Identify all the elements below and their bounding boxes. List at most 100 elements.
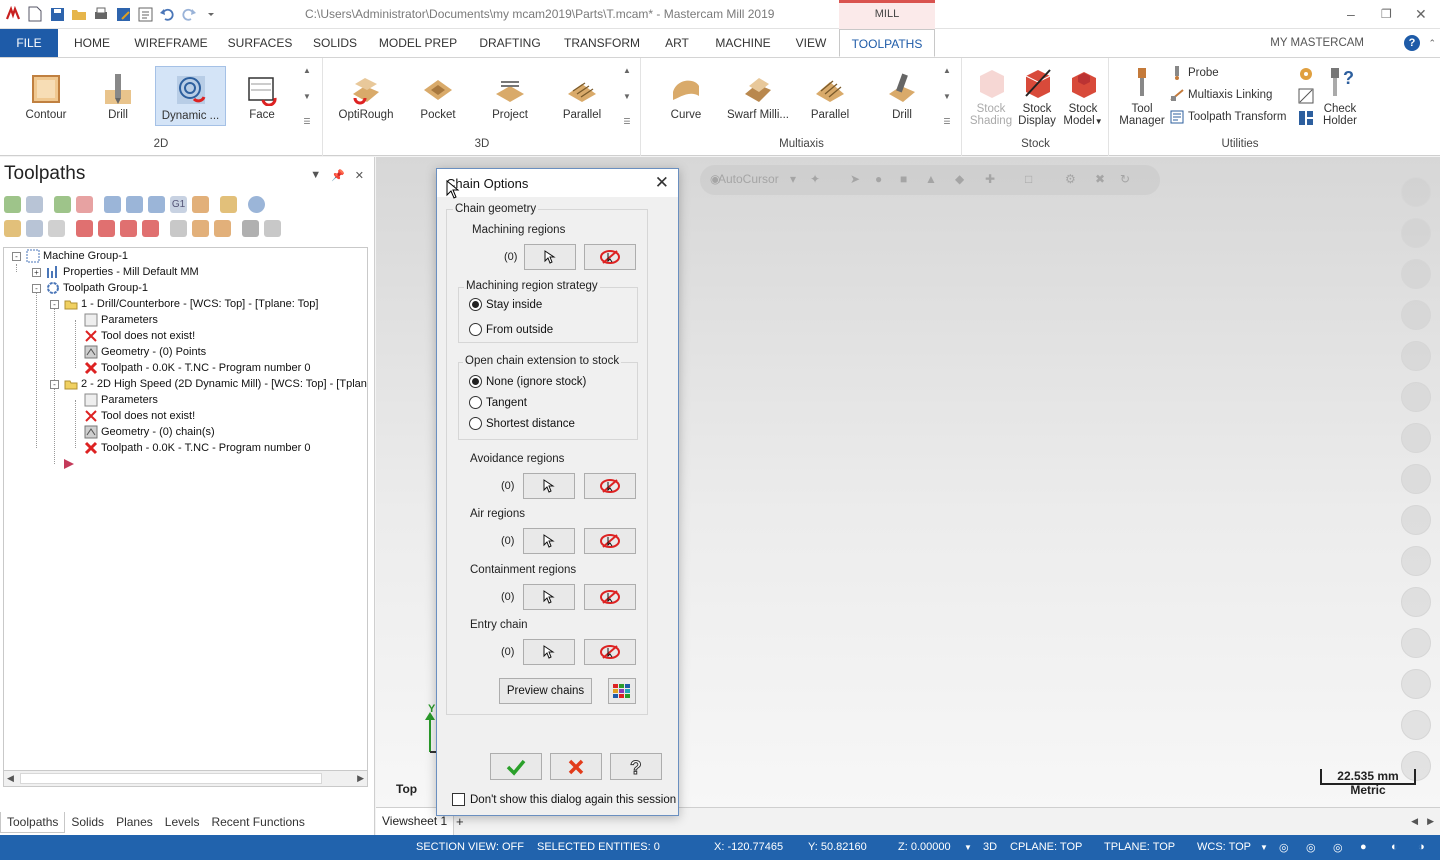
properties-icon[interactable] bbox=[136, 5, 154, 23]
machining-regions-clear-button[interactable] bbox=[584, 244, 636, 270]
move-up-icon[interactable] bbox=[98, 220, 115, 237]
tree-node-tool-1[interactable]: Tool does not exist! bbox=[84, 328, 195, 344]
panel-close-icon[interactable]: ✕ bbox=[355, 169, 364, 182]
view-ctrl-analyze-icon[interactable] bbox=[1401, 341, 1431, 371]
close-icon[interactable]: ✕ bbox=[1415, 6, 1427, 23]
z-dropdown-icon[interactable]: ▼ bbox=[964, 843, 972, 852]
radio-tangent[interactable]: Tangent bbox=[469, 396, 527, 409]
tab-transform[interactable]: TRANSFORM bbox=[558, 29, 646, 57]
entry-chain-clear-button[interactable] bbox=[584, 639, 636, 665]
tree-node-tool-2[interactable]: Tool does not exist! bbox=[84, 408, 195, 424]
multiaxis-gallery-scroll[interactable]: ▲ ▼ ☰ bbox=[940, 66, 954, 126]
entry-chain-select-button[interactable] bbox=[523, 639, 575, 665]
view-ctrl-level-icon[interactable] bbox=[1401, 587, 1431, 617]
tab-view[interactable]: VIEW bbox=[788, 29, 834, 57]
view-ctrl-circle-icon[interactable] bbox=[1401, 259, 1431, 289]
view-ctrl-spline-icon[interactable] bbox=[1401, 300, 1431, 330]
tree-node-toolpath-2[interactable]: Toolpath - 0.0K - T.NC - Program number … bbox=[84, 440, 311, 456]
select-point-icon[interactable]: ✦ bbox=[810, 172, 820, 186]
view-ctrl-new-icon[interactable] bbox=[1401, 177, 1431, 207]
tab-art[interactable]: ART bbox=[656, 29, 698, 57]
ok-button[interactable] bbox=[490, 753, 542, 780]
toolpath-transform-button[interactable]: Toolpath Transform bbox=[1170, 110, 1286, 124]
view-ctrl-settings-icon[interactable] bbox=[1401, 710, 1431, 740]
preview-chains-button[interactable]: Preview chains bbox=[499, 678, 592, 704]
select-last-icon[interactable]: ⚙ bbox=[1065, 172, 1076, 186]
curve-multiaxis-button[interactable]: Curve bbox=[654, 66, 718, 126]
scroll-arrow-icon[interactable] bbox=[142, 220, 159, 237]
stock-model-button[interactable]: Stock Model▼ bbox=[1059, 64, 1107, 136]
high-feed-icon[interactable] bbox=[192, 196, 209, 213]
select-body-icon[interactable]: ◆ bbox=[955, 172, 964, 186]
simulate-icon[interactable] bbox=[148, 196, 165, 213]
avoidance-regions-select-button[interactable] bbox=[523, 473, 575, 499]
cancel-button[interactable] bbox=[550, 753, 602, 780]
air-regions-select-button[interactable] bbox=[523, 528, 575, 554]
new-file-icon[interactable] bbox=[26, 5, 44, 23]
select-arrow-icon[interactable]: ➤ bbox=[850, 172, 860, 186]
expand-machine-group[interactable]: - bbox=[12, 252, 21, 261]
help-icon[interactable]: ? bbox=[1404, 35, 1420, 51]
insert-arrow-icon[interactable] bbox=[120, 220, 137, 237]
tree-node-operation-2[interactable]: 2 - 2D High Speed (2D Dynamic Mill) - [W… bbox=[64, 376, 367, 392]
translucency-icon[interactable]: ◐ bbox=[1391, 841, 1398, 853]
autocursor-label[interactable]: AutoCursor bbox=[718, 172, 779, 186]
view-ctrl-solid-icon[interactable] bbox=[1401, 464, 1431, 494]
customize-qat-icon[interactable] bbox=[202, 5, 220, 23]
shaded-sphere-icon[interactable]: ● bbox=[1360, 841, 1367, 853]
tab-solids-manager[interactable]: Solids bbox=[65, 812, 110, 833]
expand-toolpath-group[interactable]: - bbox=[32, 284, 41, 293]
tab-machine[interactable]: MACHINE bbox=[708, 29, 778, 57]
panel-pin-icon[interactable]: 📌 bbox=[331, 169, 345, 182]
3d-gallery-scroll[interactable]: ▲ ▼ ☰ bbox=[620, 66, 634, 126]
only-display-selected-icon[interactable] bbox=[170, 220, 187, 237]
backplot-icon[interactable] bbox=[104, 196, 121, 213]
tree-node-properties[interactable]: Properties - Mill Default MM bbox=[46, 264, 199, 280]
scroll-left-icon[interactable]: ◀ bbox=[7, 773, 14, 784]
radio-none-ignore-stock[interactable]: None (ignore stock) bbox=[469, 375, 586, 388]
view-ctrl-trim-icon[interactable] bbox=[1401, 423, 1431, 453]
view-ctrl-plane-icon[interactable] bbox=[1401, 546, 1431, 576]
tree-node-operation-1[interactable]: 1 - Drill/Counterbore - [WCS: Top] - [Tp… bbox=[64, 296, 318, 312]
help-button[interactable]: ? bbox=[610, 753, 662, 780]
view-ctrl-layers-icon[interactable] bbox=[1401, 669, 1431, 699]
help-toolpaths-icon[interactable] bbox=[248, 196, 265, 213]
tab-home[interactable]: HOME bbox=[64, 29, 120, 57]
tree-node-parameters-1[interactable]: Parameters bbox=[84, 312, 158, 328]
select-all-icon[interactable] bbox=[4, 196, 21, 213]
tab-surfaces[interactable]: SURFACES bbox=[224, 29, 296, 57]
autocursor-dropdown-icon[interactable]: ▾ bbox=[790, 172, 796, 186]
tab-file[interactable]: FILE bbox=[0, 29, 58, 57]
view-ctrl-dimension-icon[interactable] bbox=[1401, 382, 1431, 412]
machine-simulation-icon[interactable] bbox=[1298, 66, 1314, 82]
redo-icon[interactable] bbox=[180, 5, 198, 23]
tool-manager-button[interactable]: Tool Manager bbox=[1118, 64, 1166, 136]
globe-outline-icon[interactable]: ◎ bbox=[1333, 841, 1343, 854]
radio-stay-inside[interactable]: Stay inside bbox=[469, 298, 542, 311]
scroll-right-icon[interactable]: ▶ bbox=[357, 773, 364, 784]
tree-node-machine-group[interactable]: Machine Group-1 bbox=[26, 248, 128, 264]
contour-button[interactable]: Contour bbox=[14, 66, 78, 126]
dialog-close-icon[interactable]: ✕ bbox=[655, 173, 669, 193]
tab-wireframe[interactable]: WIREFRAME bbox=[130, 29, 212, 57]
panel-dropdown-icon[interactable]: ▼ bbox=[310, 169, 321, 182]
globe-shaded-icon[interactable]: ◎ bbox=[1306, 841, 1316, 854]
select-solids-icon[interactable]: ● bbox=[875, 172, 882, 186]
print-icon[interactable] bbox=[92, 5, 110, 23]
parallel-3d-button[interactable]: Parallel bbox=[550, 66, 614, 126]
face-button[interactable]: Face bbox=[230, 66, 294, 126]
stock-shading-button[interactable]: Stock Shading bbox=[967, 64, 1015, 136]
mode-3d-toggle[interactable]: 3D bbox=[983, 841, 997, 853]
regenerate-selected-icon[interactable] bbox=[54, 196, 71, 213]
save-as-icon[interactable] bbox=[114, 5, 132, 23]
scroll-thumb[interactable] bbox=[20, 773, 322, 784]
view-ctrl-surface-icon[interactable] bbox=[1401, 505, 1431, 535]
toggle-display-icon[interactable] bbox=[26, 220, 43, 237]
material-icon[interactable]: ◑ bbox=[1418, 841, 1425, 853]
restore-icon[interactable]: ❐ bbox=[1381, 7, 1392, 21]
preview-colors-button[interactable] bbox=[608, 678, 636, 704]
parallel-multiaxis-button[interactable]: Parallel bbox=[798, 66, 862, 126]
sheet-scroll-left-icon[interactable]: ◀ bbox=[1411, 816, 1418, 827]
expand-properties[interactable]: + bbox=[32, 268, 41, 277]
dont-show-again-checkbox[interactable]: Don't show this dialog again this sessio… bbox=[452, 793, 676, 806]
